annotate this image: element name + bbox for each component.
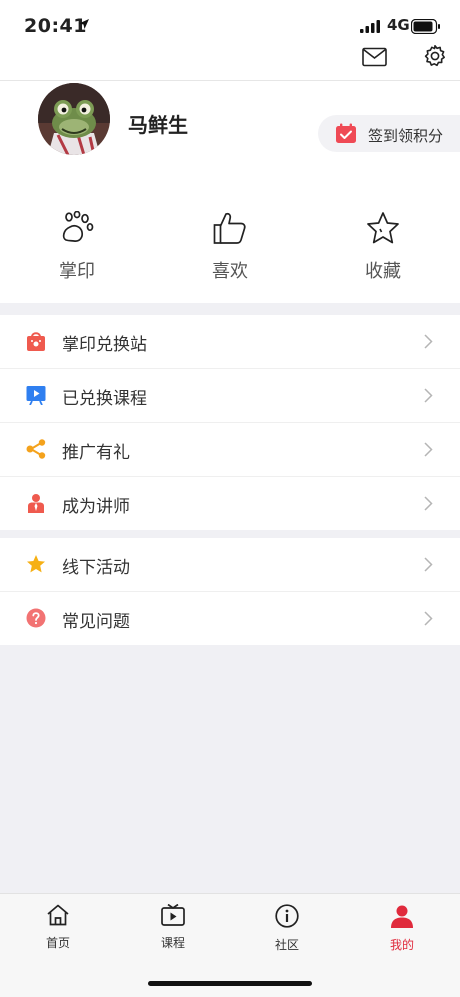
- top-action-bar: [0, 40, 460, 81]
- location-arrow-icon: [79, 19, 89, 29]
- shop-bag-icon: [27, 332, 45, 351]
- home-indicator[interactable]: [148, 981, 312, 986]
- menu-group-secondary: 线下活动 常见问题: [0, 538, 460, 645]
- info-circle-icon: [275, 904, 299, 928]
- battery-icon: [411, 19, 440, 34]
- tv-play-icon: [161, 903, 185, 926]
- chevron-right-icon: [424, 388, 433, 403]
- stat-favorites[interactable]: 收藏: [333, 211, 433, 283]
- question-icon: [26, 608, 46, 628]
- stat-likes[interactable]: 喜欢: [180, 211, 280, 283]
- tab-mine[interactable]: 我的: [362, 904, 442, 953]
- calendar-check-icon: [336, 123, 356, 143]
- chevron-right-icon: [424, 557, 433, 572]
- menu-item-become-lecturer[interactable]: 成为讲师: [0, 477, 460, 530]
- chevron-right-icon: [424, 611, 433, 626]
- checkin-button[interactable]: 签到领积分: [318, 115, 460, 152]
- home-icon: [47, 904, 69, 926]
- user-icon: [391, 905, 413, 928]
- menu-group-main: 掌印兑换站 已兑换课程 推广有礼 成为讲师: [0, 315, 460, 530]
- menu-item-faq[interactable]: 常见问题: [0, 592, 460, 645]
- stat-paw-prints[interactable]: 掌印: [27, 210, 127, 283]
- share-icon: [26, 439, 46, 459]
- menu-label: 常见问题: [62, 612, 130, 632]
- mail-icon[interactable]: [362, 47, 387, 67]
- lecturer-icon: [28, 494, 44, 513]
- thumbs-up-icon: [213, 212, 246, 244]
- tab-label: 首页: [45, 936, 70, 950]
- chevron-right-icon: [424, 334, 433, 349]
- checkin-label: 签到领积分: [368, 127, 444, 145]
- menu-item-offline-events[interactable]: 线下活动: [0, 538, 460, 592]
- cellular-signal-icon: [360, 20, 380, 33]
- settings-gear-icon[interactable]: [423, 44, 447, 68]
- menu-label: 已兑换课程: [62, 389, 147, 409]
- play-board-icon: [26, 386, 46, 405]
- tab-home[interactable]: 首页: [18, 904, 98, 951]
- menu-item-redeemed-courses[interactable]: 已兑换课程: [0, 369, 460, 423]
- paw-icon: [62, 210, 94, 242]
- network-type: 4G: [387, 16, 410, 34]
- star-icon: [367, 212, 399, 244]
- menu-label: 线下活动: [62, 558, 130, 578]
- profile-section: 马鲜生 签到领积分 掌印 喜欢 收藏: [0, 81, 460, 303]
- tab-community[interactable]: 社区: [247, 904, 327, 953]
- menu-item-referral-rewards[interactable]: 推广有礼: [0, 423, 460, 477]
- chevron-right-icon: [424, 442, 433, 457]
- tab-label: 社区: [274, 938, 299, 952]
- username: 马鲜生: [128, 113, 188, 137]
- chevron-right-icon: [424, 496, 433, 511]
- stat-label: 掌印: [59, 261, 95, 282]
- menu-item-exchange-station[interactable]: 掌印兑换站: [0, 315, 460, 369]
- menu-label: 掌印兑换站: [62, 335, 147, 355]
- stat-label: 收藏: [365, 261, 401, 282]
- tab-label: 我的: [389, 938, 414, 952]
- stat-label: 喜欢: [212, 261, 248, 282]
- avatar-image: [38, 83, 110, 155]
- menu-label: 推广有礼: [62, 443, 130, 463]
- avatar[interactable]: [38, 83, 110, 155]
- tab-courses[interactable]: 课程: [133, 903, 213, 951]
- star-badge-icon: [27, 555, 45, 573]
- tab-label: 课程: [160, 936, 185, 950]
- menu-label: 成为讲师: [62, 497, 130, 517]
